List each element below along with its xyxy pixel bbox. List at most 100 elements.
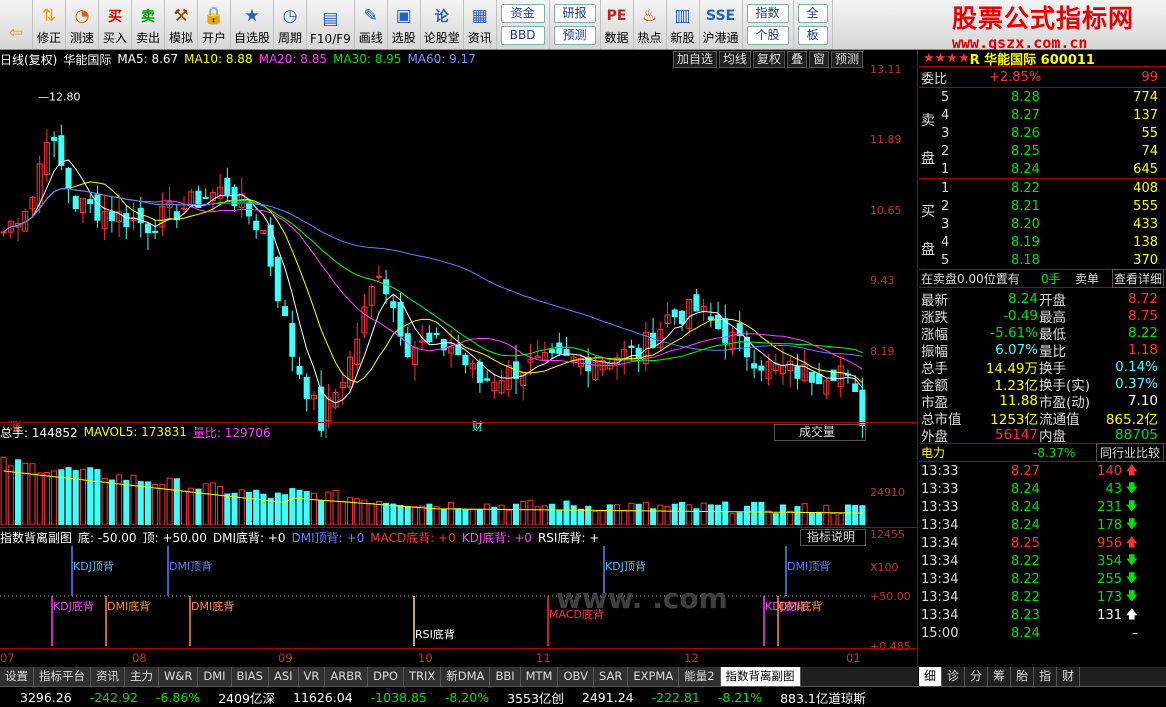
indicator-chart[interactable]: KDJ顶背 DMI顶背KDJ底背 DMI底背 DMI底背RSI底背MACD底背KDJ顶… bbox=[0, 546, 866, 646]
indicator-name[interactable]: 指数背离副图 bbox=[0, 529, 72, 546]
indicator-tab[interactable]: BBI bbox=[490, 667, 521, 686]
周期-button[interactable]: ◷ 周期 bbox=[274, 0, 308, 49]
candle bbox=[108, 195, 115, 233]
date-tick: 11 bbox=[536, 651, 551, 665]
candle bbox=[332, 388, 339, 410]
toolbar-pill-button[interactable]: 研报 bbox=[553, 4, 596, 23]
volume-bar bbox=[729, 513, 736, 525]
indicator-tab[interactable]: 主力 bbox=[125, 667, 159, 686]
模拟-button[interactable]: ⚒ 模拟 bbox=[165, 0, 198, 49]
quote-tab[interactable]: 指 bbox=[1034, 667, 1058, 686]
修正-button[interactable]: ⇅ 修正 bbox=[33, 0, 66, 49]
indicator-help-button[interactable]: 指标说明 bbox=[800, 528, 866, 546]
热点-button[interactable]: ♨ 热点 bbox=[634, 0, 667, 49]
indicator-tab[interactable]: BIAS bbox=[231, 667, 269, 686]
buys-level-row[interactable]: 3 8.20 433 bbox=[919, 215, 1166, 233]
论股堂-button[interactable]: 论论股堂 bbox=[421, 0, 464, 49]
数据-button[interactable]: PE 数据 bbox=[601, 0, 634, 49]
indicator-tab[interactable]: 指标平台 bbox=[34, 667, 91, 686]
kline-button[interactable]: 加自选 bbox=[672, 51, 717, 68]
buys-level-row[interactable]: 2 8.21 555 bbox=[919, 197, 1166, 215]
volume-bar bbox=[599, 510, 606, 525]
indicator-tab[interactable]: 设置 bbox=[0, 667, 34, 686]
volume-bar bbox=[440, 508, 447, 525]
新股-button[interactable]: ▥ 新股 bbox=[667, 0, 700, 49]
volume-bar bbox=[260, 493, 267, 525]
卖出-button[interactable]: 卖卖出 bbox=[132, 0, 165, 49]
volume-chart[interactable] bbox=[0, 441, 866, 525]
自选股-button[interactable]: ★ 自选股 bbox=[231, 0, 275, 49]
indicator-tab[interactable]: VR bbox=[298, 667, 326, 686]
indicator-tab[interactable]: 新DMA bbox=[441, 667, 491, 686]
toolbar-pill-button[interactable]: 资金 bbox=[500, 4, 545, 23]
沪港通-button[interactable]: SSE 沪港通 bbox=[700, 0, 743, 49]
buys-level-row[interactable]: 5 8.18 370 bbox=[919, 251, 1166, 269]
candle bbox=[22, 208, 29, 232]
toolbar-pill-button[interactable]: 个股 bbox=[746, 26, 789, 45]
画线-button[interactable]: ✎ 画线 bbox=[355, 0, 388, 49]
sells-level-row[interactable]: 4 8.27 137 bbox=[919, 106, 1166, 124]
买入-button[interactable]: 买买入 bbox=[99, 0, 132, 49]
quote-tab[interactable]: 细 bbox=[919, 667, 943, 686]
buys-level-row[interactable]: 1 8.22 408 bbox=[919, 179, 1166, 197]
kline-button[interactable]: 预测 bbox=[830, 51, 863, 68]
开户-button[interactable]: 🔒 开户 bbox=[198, 0, 231, 49]
选股-button[interactable]: ▣ 选股 bbox=[388, 0, 421, 49]
测速-button[interactable]: ◔ 测速 bbox=[66, 0, 99, 49]
back-button[interactable]: ⇦ bbox=[0, 0, 33, 49]
indicator-tab[interactable]: TRIX bbox=[403, 667, 442, 686]
indicator-tab[interactable]: 资讯 bbox=[91, 667, 125, 686]
volume-bar bbox=[411, 506, 418, 525]
indicator-tab[interactable]: EXPMA bbox=[628, 667, 680, 686]
industry-compare-button[interactable]: 同行业比较 bbox=[1095, 443, 1164, 462]
toolbar-pill-button[interactable]: 全 bbox=[797, 4, 828, 23]
indicator-bottom: 底: -50.00 bbox=[78, 530, 137, 545]
indicator-tab[interactable]: ARBR bbox=[325, 667, 369, 686]
quote-tab[interactable]: 财 bbox=[1057, 667, 1081, 686]
sells-level-row[interactable]: 3 8.26 55 bbox=[919, 124, 1166, 142]
indicator-tab[interactable]: OBV bbox=[558, 667, 594, 686]
volume-type-select[interactable]: 成交量 bbox=[774, 423, 866, 441]
toolbar-pill-button[interactable]: BBD bbox=[500, 26, 545, 45]
toolbar-pill-button[interactable]: 指数 bbox=[746, 4, 789, 23]
indicator-tab[interactable]: 能量2 bbox=[679, 667, 721, 686]
indicator-tab[interactable]: W&R bbox=[159, 667, 199, 686]
tick-row: 13:34 8.22 255 🡇 bbox=[919, 570, 1166, 588]
indicator-tab[interactable]: SAR bbox=[593, 667, 629, 686]
indicator-tab[interactable]: DPO bbox=[368, 667, 404, 686]
volume-bar bbox=[130, 474, 137, 525]
kline-button[interactable]: 均线 bbox=[718, 51, 751, 68]
volume-bar bbox=[303, 491, 310, 525]
sells-level-row[interactable]: 1 8.24 645 bbox=[919, 160, 1166, 178]
detail-button[interactable]: 查看详细 bbox=[1111, 269, 1164, 288]
quote-tab[interactable]: 分 bbox=[965, 667, 989, 686]
F10/F9-button[interactable]: ▤ F10/F9 bbox=[307, 0, 355, 49]
indicator-tab[interactable]: DMI bbox=[198, 667, 232, 686]
candle bbox=[267, 217, 274, 276]
buys-level-row[interactable]: 4 8.19 138 bbox=[919, 233, 1166, 251]
indicator-tab[interactable]: 指数背离副图 bbox=[720, 667, 801, 686]
sells-level-row[interactable]: 2 8.25 74 bbox=[919, 142, 1166, 160]
tick-row: 13:33 8.24 231 🡇 bbox=[919, 498, 1166, 516]
indicator-tab[interactable]: MTM bbox=[520, 667, 559, 686]
sell-order-link[interactable]: 卖单 bbox=[1075, 270, 1099, 287]
kline-chart[interactable]: —12.80涨财 bbox=[0, 68, 866, 438]
chart-area[interactable]: 日线(复权) 华能国际 MA5: 8.67 MA10: 8.88 MA20: 8… bbox=[0, 50, 918, 667]
volume-bar bbox=[758, 501, 765, 525]
quote-tab[interactable]: 筹 bbox=[988, 667, 1012, 686]
kline-header: 日线(复权) 华能国际 MA5: 8.67 MA10: 8.88 MA20: 8… bbox=[0, 50, 482, 68]
candle bbox=[58, 124, 65, 171]
toolbar-pill-button[interactable]: 预测 bbox=[553, 26, 596, 45]
kline-button[interactable]: 叠 bbox=[786, 51, 807, 68]
sells-level-row[interactable]: 5 8.28 774 bbox=[919, 88, 1166, 106]
indicator-tab[interactable]: ASI bbox=[268, 667, 299, 686]
toolbar-pill-button[interactable]: 板 bbox=[797, 26, 828, 45]
资讯-button[interactable]: ▦ 资讯 bbox=[464, 0, 497, 49]
kline-button[interactable]: 窗 bbox=[808, 51, 829, 68]
app-window: ⇦ ⇅ 修正 ◔ 测速买买入卖卖出 ⚒ 模拟 🔒 开户 ★ 自选股 ◷ 周期 ▤ F10/F9 ✎ 画线 ▣ 选股论… bbox=[0, 0, 1166, 707]
quote-tab[interactable]: 胎 bbox=[1011, 667, 1035, 686]
kline-button[interactable]: 复权 bbox=[752, 51, 785, 68]
period-label[interactable]: 日线(复权) bbox=[0, 51, 57, 68]
candle bbox=[433, 327, 440, 339]
quote-tab[interactable]: 诊 bbox=[942, 667, 966, 686]
